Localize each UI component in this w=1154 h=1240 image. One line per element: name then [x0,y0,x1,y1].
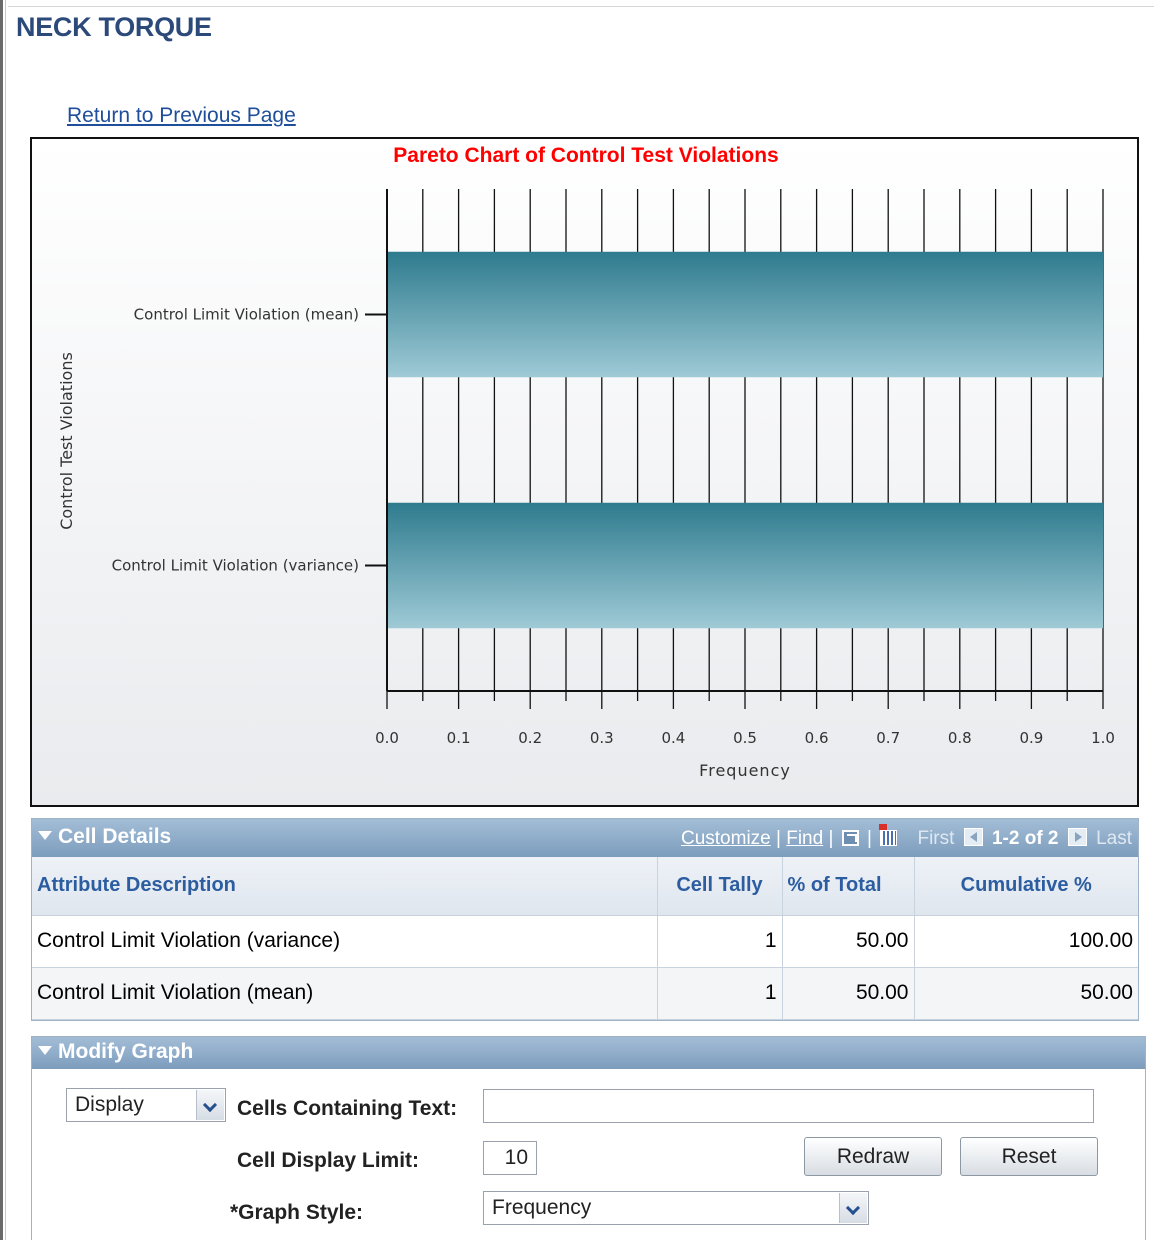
cell-attribute: Control Limit Violation (mean) [32,967,658,1020]
cell-cumulative-pct: 50.00 [914,967,1138,1020]
cells-containing-text-label: Cells Containing Text: [237,1097,458,1120]
cell-details-title-text: Cell Details [58,825,172,848]
page-title: NECK TORQUE [16,12,212,42]
collapse-triangle-icon[interactable] [38,830,52,840]
page-left-border [0,0,6,1240]
cell-tally: 1 [657,967,783,1020]
pareto-chart: Pareto Chart of Control Test Violations … [30,137,1139,807]
x-tick-label: 0.9 [1019,729,1043,747]
x-tick-label: 0.3 [590,729,614,747]
column-header-attribute[interactable]: Attribute Description [32,857,658,916]
graph-style-select-value: Frequency [492,1196,592,1219]
cell-details-table: Attribute Description Cell Tally % of To… [32,857,1138,1020]
cells-containing-text-input[interactable] [483,1089,1094,1123]
nav-separator: | [828,828,834,849]
cell-pct-of-total: 50.00 [782,967,915,1020]
bar [387,502,1103,629]
display-select-value: Display [75,1093,144,1116]
graph-style-select[interactable]: Frequency [483,1191,869,1225]
x-tick-label: 0.1 [447,729,471,747]
modify-graph-title[interactable]: Modify Graph [38,1040,193,1064]
x-tick-label: 0.2 [518,729,542,747]
table-row: Control Limit Violation (variance) 1 50.… [32,915,1138,968]
x-tick-label: 0.5 [733,729,757,747]
download-to-spreadsheet-icon[interactable] [879,824,898,846]
column-header-cell-tally[interactable]: Cell Tally [657,857,783,916]
chevron-down-icon[interactable] [839,1193,867,1223]
reset-button[interactable]: Reset [960,1137,1098,1176]
cell-details-header: Cell Details Customize | Find | | First … [32,819,1138,857]
view-all-zoom-icon[interactable] [841,830,859,846]
x-tick-label: 0.0 [375,729,399,747]
modify-graph-header: Modify Graph [32,1037,1145,1069]
column-header-pct-of-total[interactable]: % of Total [782,857,915,916]
cell-attribute: Control Limit Violation (variance) [32,915,658,968]
page-top-divider [8,6,1154,7]
first-link: First [917,828,955,849]
return-to-previous-page-link[interactable]: Return to Previous Page [67,104,296,128]
y-tick-label: Control Limit Violation (mean) [134,306,359,324]
cell-pct-of-total: 50.00 [782,915,915,968]
column-header-cumulative-pct[interactable]: Cumulative % [914,857,1138,916]
display-select[interactable]: Display [66,1088,226,1122]
nav-separator: | [866,828,872,849]
chart-canvas: Pareto Chart of Control Test Violations … [57,144,1115,780]
cell-display-limit-input[interactable]: 10 [483,1141,537,1175]
x-tick-label: 0.7 [876,729,900,747]
find-link[interactable]: Find [786,828,823,849]
cell-cumulative-pct: 100.00 [914,915,1138,968]
grid-navigation: Customize | Find | | First 1-2 of 2 Last [681,824,1132,850]
y-tick-label: Control Limit Violation (variance) [112,557,359,575]
redraw-button[interactable]: Redraw [804,1137,942,1176]
x-tick-label: 0.4 [661,729,685,747]
cell-details-grid: Cell Details Customize | Find | | First … [31,818,1139,1021]
collapse-triangle-icon[interactable] [38,1045,52,1055]
x-tick-label: 1.0 [1091,729,1115,747]
cell-tally: 1 [657,915,783,968]
chevron-down-icon[interactable] [196,1090,224,1120]
cell-display-limit-label: Cell Display Limit: [237,1149,420,1172]
cell-details-title[interactable]: Cell Details [38,825,171,849]
next-page-icon [1067,828,1087,846]
previous-page-icon [963,828,983,846]
x-axis-label: Frequency [699,761,791,780]
row-count-label: 1-2 of 2 [991,828,1059,849]
x-tick-label: 0.8 [948,729,972,747]
nav-separator: | [776,828,781,849]
modify-graph-panel: Modify Graph Display Cells Containing Te… [31,1036,1146,1240]
last-link: Last [1096,828,1132,849]
x-tick-label: 0.6 [805,729,829,747]
modify-graph-title-text: Modify Graph [58,1040,194,1063]
customize-link[interactable]: Customize [681,828,771,849]
bar [387,251,1103,378]
y-axis-label: Control Test Violations [57,352,76,530]
graph-style-label: *Graph Style: [230,1201,364,1224]
table-row: Control Limit Violation (mean) 1 50.00 5… [32,967,1138,1020]
chart-title: Pareto Chart of Control Test Violations [393,144,778,167]
